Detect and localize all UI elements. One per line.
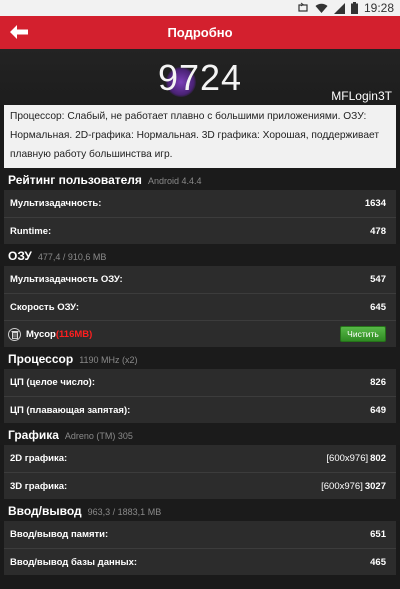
signal-icon (333, 2, 345, 14)
row-label: Ввод/вывод памяти: (10, 529, 109, 540)
orientation-icon (297, 2, 309, 14)
row-label: Скорость ОЗУ: (10, 301, 80, 313)
row-resolution: [600x976] (326, 453, 369, 464)
row-label: Runtime: (10, 225, 52, 237)
list-item: 3D графика: [600x976] 3027 (4, 472, 396, 499)
row-label: ЦП (целое число): (10, 377, 96, 388)
section-rows-gpu: 2D графика: [600x976] 802 3D графика: [60… (0, 445, 400, 499)
trash-icon (8, 327, 21, 341)
section-info: Android 4.4.4 (147, 176, 202, 186)
row-value: 1634 (364, 198, 386, 209)
section-rows-io: Ввод/вывод памяти: 651 Ввод/вывод базы д… (0, 521, 400, 575)
junk-size: (116MB) (55, 328, 93, 340)
app-bar: Подробно (0, 16, 400, 49)
row-label: 3D графика: (10, 480, 68, 492)
row-value: 478 (370, 225, 386, 237)
row-value: 645 (370, 301, 386, 313)
section-title: Графика (8, 428, 59, 442)
section-title: Рейтинг пользователя (8, 173, 142, 187)
section-header-cpu: Процессор 1190 MHz (x2) (0, 347, 400, 369)
clean-button[interactable]: Чистить (340, 326, 386, 342)
list-item: Скорость ОЗУ: 645 (4, 293, 396, 320)
section-info: 963,3 / 1883,1 MB (87, 507, 162, 517)
result-description: Процессор: Слабый, не работает плавно с … (4, 105, 396, 168)
section-info: Adreno (TM) 305 (64, 431, 133, 441)
battery-icon (350, 2, 358, 14)
section-rows-cpu: ЦП (целое число): 826 ЦП (плавающая запя… (0, 369, 400, 423)
page-title: Подробно (167, 25, 233, 40)
row-value: 651 (370, 529, 386, 540)
list-item: Мультизадачность ОЗУ: 547 (4, 266, 396, 293)
section-rows-ux: Мультизадачность: 1634 Runtime: 478 (0, 190, 400, 244)
row-value: 802 (370, 453, 386, 464)
row-label: Мультизадачность ОЗУ: (10, 274, 123, 285)
section-header-ram: ОЗУ 477,4 / 910,6 MB (0, 244, 400, 266)
row-value: 547 (370, 274, 386, 285)
row-label: Ввод/вывод базы данных: (10, 556, 138, 568)
row-value: 649 (370, 404, 386, 416)
section-title: Процессор (8, 352, 74, 366)
section-header-gpu: Графика Adreno (TM) 305 (0, 423, 400, 445)
section-header-ux: Рейтинг пользователя Android 4.4.4 (0, 168, 400, 190)
row-resolution: [600x976] (321, 480, 363, 492)
section-header-io: Ввод/вывод 963,3 / 1883,1 MB (0, 499, 400, 521)
row-label: ЦП (плавающая запятая): (10, 404, 131, 416)
device-name: MFLogin3T (331, 89, 392, 103)
row-value: 465 (370, 556, 386, 568)
section-rows-ram: Мультизадачность ОЗУ: 547 Скорость ОЗУ: … (0, 266, 400, 347)
status-time: 19:28 (363, 1, 394, 15)
wifi-icon (315, 3, 328, 14)
score-panel: 9724 MFLogin3T (0, 49, 400, 105)
row-value: 826 (370, 377, 386, 388)
list-item: Runtime: 478 (4, 217, 396, 244)
back-button[interactable] (6, 20, 32, 44)
list-item: 2D графика: [600x976] 802 (4, 445, 396, 472)
section-info: 1190 MHz (x2) (79, 355, 138, 365)
list-item: Ввод/вывод базы данных: 465 (4, 548, 396, 575)
status-bar: 19:28 (0, 0, 400, 16)
row-label: Мультизадачность: (10, 198, 102, 209)
list-item: ЦП (плавающая запятая): 649 (4, 396, 396, 423)
list-item: Мультизадачность: 1634 (4, 190, 396, 217)
list-item: ЦП (целое число): 826 (4, 369, 396, 396)
row-label: 2D графика: (10, 453, 68, 464)
section-title: Ввод/вывод (8, 504, 82, 518)
section-title: ОЗУ (8, 249, 32, 263)
row-value: 3027 (364, 480, 386, 492)
junk-label: Мусор (26, 328, 56, 340)
section-info: 477,4 / 910,6 MB (37, 252, 107, 262)
list-item: Ввод/вывод памяти: 651 (4, 521, 396, 548)
back-arrow-icon (10, 25, 28, 39)
junk-cleaner-row: Мусор(116MB) Чистить (4, 320, 396, 347)
